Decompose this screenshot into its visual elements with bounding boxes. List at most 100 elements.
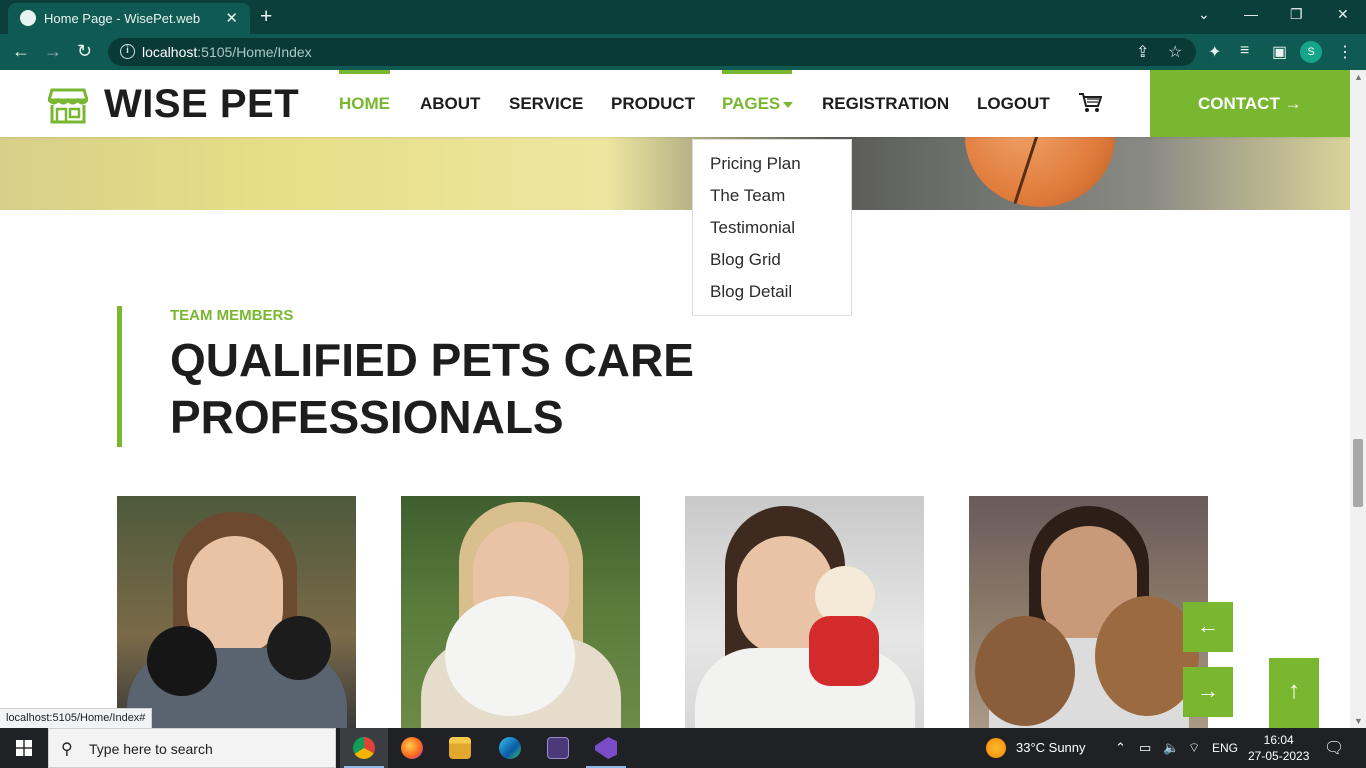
- team-member-photo-3[interactable]: [685, 496, 924, 728]
- dropdown-item-blog-grid[interactable]: Blog Grid: [710, 250, 781, 270]
- edge-icon: [499, 737, 521, 759]
- photo-cat: [267, 616, 331, 680]
- forward-icon[interactable]: →: [44, 41, 62, 62]
- bookmark-star-icon[interactable]: ☆: [1168, 42, 1182, 62]
- clock-time: 16:04: [1263, 733, 1294, 747]
- profile-avatar[interactable]: S: [1300, 41, 1322, 63]
- new-tab-icon[interactable]: +: [260, 5, 272, 29]
- nav-pages[interactable]: PAGES: [722, 94, 794, 114]
- photo-cat: [147, 626, 217, 696]
- nav-about[interactable]: ABOUT: [420, 94, 480, 114]
- dropdown-item-testimonial[interactable]: Testimonial: [710, 218, 795, 238]
- url-text: localhost:5105/Home/Index: [142, 44, 312, 60]
- share-icon[interactable]: ⇪: [1136, 42, 1149, 62]
- photo-dog: [445, 596, 575, 716]
- taskbar-file-explorer[interactable]: [436, 728, 484, 768]
- section-accent-bar: [117, 306, 122, 447]
- team-member-photo-1[interactable]: [117, 496, 356, 728]
- notifications-icon[interactable]: 🗨: [1324, 738, 1344, 758]
- language-indicator[interactable]: ENG: [1212, 741, 1238, 755]
- address-bar[interactable]: i localhost:5105/Home/Index: [108, 38, 1196, 66]
- restore-icon[interactable]: ❐: [1290, 6, 1303, 23]
- side-panel-icon[interactable]: ▣: [1272, 42, 1287, 62]
- clock-date: 27-05-2023: [1248, 749, 1310, 763]
- tab-search-icon[interactable]: ⌄: [1198, 6, 1210, 23]
- folder-icon: [449, 737, 471, 759]
- firefox-icon: [401, 737, 423, 759]
- visual-studio-icon: [595, 737, 617, 759]
- nav-pages-label: PAGES: [722, 94, 781, 113]
- nav-registration[interactable]: REGISTRATION: [822, 94, 949, 114]
- extensions-icon[interactable]: ✦: [1208, 42, 1221, 62]
- browser-tab[interactable]: Home Page - WisePet.web ✕: [8, 3, 250, 34]
- back-icon[interactable]: ←: [12, 41, 30, 62]
- team-member-photo-4[interactable]: [969, 496, 1208, 728]
- section-heading: QUALIFIED PETS CARE PROFESSIONALS: [170, 334, 694, 443]
- scroll-up-icon[interactable]: ▲: [1354, 72, 1363, 82]
- chrome-icon: [353, 737, 375, 759]
- taskbar-firefox[interactable]: [388, 728, 436, 768]
- dropdown-item-blog-detail[interactable]: Blog Detail: [710, 282, 792, 302]
- taskbar-clock[interactable]: 16:04 27-05-2023: [1248, 732, 1309, 764]
- close-tab-icon[interactable]: ✕: [225, 9, 238, 27]
- globe-icon: [20, 10, 36, 26]
- taskbar-terminal[interactable]: [534, 728, 582, 768]
- site-navbar: WISE PET HOME ABOUT SERVICE PRODUCT PAGE…: [0, 70, 1350, 137]
- photo-body: [695, 648, 915, 728]
- contact-button[interactable]: CONTACT →: [1150, 70, 1350, 137]
- carousel-prev-button[interactable]: ←: [1183, 602, 1233, 652]
- contact-label: CONTACT →: [1198, 94, 1302, 113]
- weather-sun-icon[interactable]: [986, 738, 1006, 758]
- site-info-icon[interactable]: i: [120, 44, 135, 59]
- dropdown-item-the-team[interactable]: The Team: [710, 186, 785, 206]
- dropdown-item-pricing-plan[interactable]: Pricing Plan: [710, 154, 801, 174]
- media-icon[interactable]: ≡: [1240, 42, 1249, 60]
- taskbar-search-box[interactable]: ⚲ Type here to search: [48, 728, 336, 768]
- nav-product[interactable]: PRODUCT: [611, 94, 695, 114]
- reload-icon[interactable]: ↻: [77, 41, 92, 62]
- hero-image-strip: [0, 70, 1350, 210]
- tab-title: Home Page - WisePet.web: [44, 11, 201, 26]
- pages-dropdown-menu: Pricing Plan The Team Testimonial Blog G…: [692, 139, 852, 316]
- web-page: WISE PET HOME ABOUT SERVICE PRODUCT PAGE…: [0, 70, 1350, 728]
- nav-service[interactable]: SERVICE: [509, 94, 583, 114]
- weather-text[interactable]: 33°C Sunny: [1016, 740, 1086, 755]
- search-icon: ⚲: [61, 741, 73, 758]
- network-icon[interactable]: ⌔: [1188, 740, 1200, 756]
- taskbar-chrome[interactable]: [340, 728, 388, 768]
- nav-logout[interactable]: LOGOUT: [977, 94, 1050, 114]
- back-to-top-button[interactable]: ↑: [1269, 658, 1319, 728]
- team-member-photo-2[interactable]: [401, 496, 640, 728]
- volume-icon[interactable]: 🔈: [1163, 740, 1179, 756]
- window-close-icon[interactable]: ✕: [1337, 6, 1349, 23]
- minimize-icon[interactable]: —: [1244, 6, 1258, 22]
- home-active-indicator: [339, 70, 390, 74]
- url-path: :5105/Home/Index: [197, 44, 312, 60]
- url-host: localhost: [142, 44, 198, 60]
- brand-name[interactable]: WISE PET: [104, 82, 299, 127]
- section-kicker: TEAM MEMBERS: [170, 307, 294, 324]
- search-placeholder: Type here to search: [89, 741, 213, 757]
- pages-active-indicator: [722, 70, 792, 74]
- browser-tab-strip: Home Page - WisePet.web ✕ + ⌄ — ❐ ✕: [0, 0, 1366, 34]
- carousel-next-button[interactable]: →: [1183, 667, 1233, 717]
- page-scrollbar[interactable]: ▲ ▼: [1350, 70, 1366, 728]
- photo-dog-sweater: [809, 616, 879, 686]
- windows-taskbar: ⚲ Type here to search 33°C Sunny ⌃ ▭ 🔈 ⌔…: [0, 728, 1366, 768]
- taskbar-visual-studio[interactable]: [582, 728, 630, 768]
- taskbar-edge[interactable]: [486, 728, 534, 768]
- browser-toolbar: ← → ↻ i localhost:5105/Home/Index ⇪ ☆ ✦ …: [0, 34, 1366, 70]
- storefront-icon[interactable]: [48, 86, 88, 124]
- scroll-down-icon[interactable]: ▼: [1354, 716, 1363, 726]
- nav-home[interactable]: HOME: [339, 94, 390, 114]
- shopping-cart-icon[interactable]: [1078, 92, 1102, 114]
- menu-icon[interactable]: ⋮: [1337, 42, 1353, 62]
- windows-start-icon[interactable]: [16, 740, 32, 756]
- caret-down-icon: [783, 101, 794, 108]
- photo-dog: [975, 616, 1075, 726]
- link-status-bar: localhost:5105/Home/Index#: [0, 708, 153, 728]
- battery-icon[interactable]: ▭: [1139, 740, 1151, 756]
- scrollbar-thumb[interactable]: [1353, 439, 1363, 507]
- show-hidden-icons[interactable]: ⌃: [1115, 740, 1126, 756]
- terminal-icon: [547, 737, 569, 759]
